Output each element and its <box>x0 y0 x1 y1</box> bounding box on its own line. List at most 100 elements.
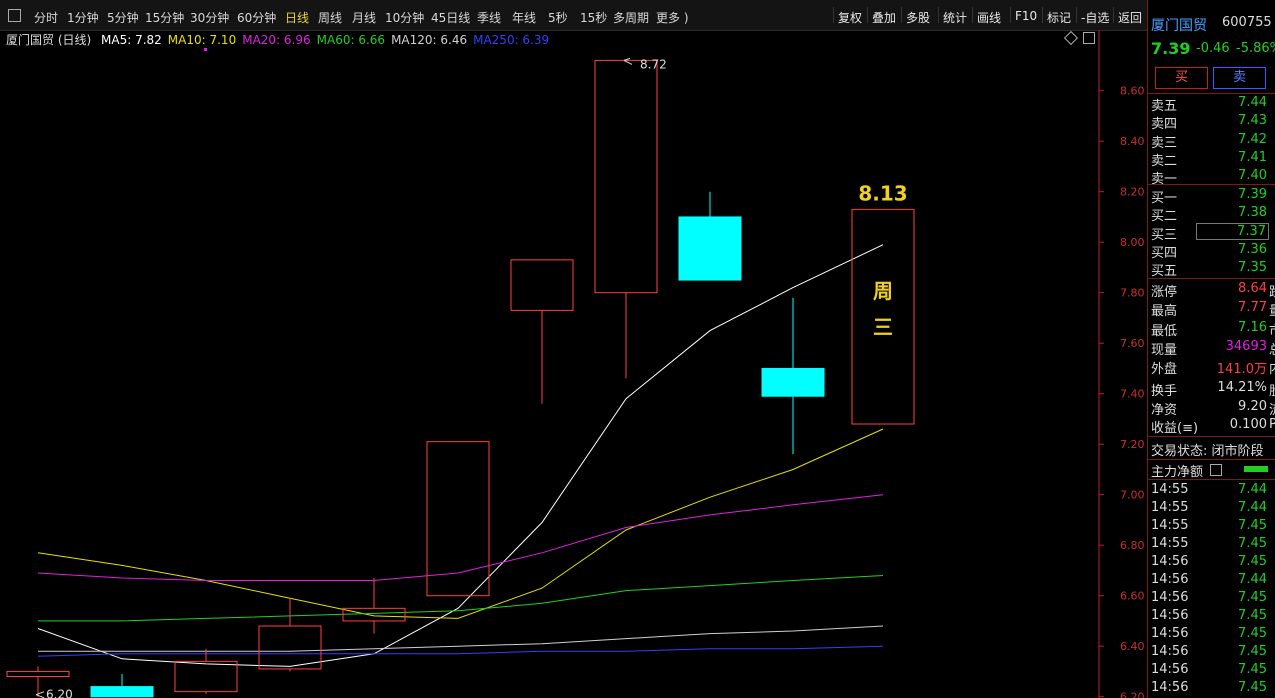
tab-period[interactable]: 季线 <box>477 9 501 26</box>
stat-extra-label: 内 <box>1269 358 1275 377</box>
row-label: 卖三 <box>1151 135 1178 151</box>
tab-period[interactable]: 1分钟 <box>67 9 99 26</box>
ask-row: 卖三 7.42 <box>1148 131 1275 151</box>
toolbar-divider <box>938 7 939 23</box>
toolbar-button[interactable]: 画线 <box>977 9 1001 26</box>
toolbar-button[interactable]: -自选 <box>1081 9 1109 26</box>
toolbar-button[interactable]: 复权 <box>838 9 862 26</box>
tick-time: 14:56 <box>1151 626 1189 641</box>
stat-label: 最低 <box>1151 323 1178 339</box>
price-tick-label: 6.60 <box>1120 590 1145 603</box>
candle-down[interactable] <box>90 686 154 698</box>
row-label: 买三 <box>1151 227 1178 243</box>
candle-down[interactable] <box>761 367 825 397</box>
price-tick-label: 7.80 <box>1120 287 1145 300</box>
tab-period[interactable]: 15秒 <box>580 9 607 26</box>
ma-legend-item: MA20: 6.96 <box>242 33 311 47</box>
candle-up[interactable] <box>342 607 406 622</box>
candle-up[interactable] <box>510 259 574 311</box>
toolbar-divider <box>833 7 834 23</box>
buy-button[interactable]: 买 <box>1155 67 1208 89</box>
toolbar-divider <box>901 7 902 23</box>
tab-period[interactable]: 10分钟 <box>385 9 424 26</box>
sidebar-toggle-icon[interactable] <box>8 9 21 22</box>
stat-extra-label: 量 <box>1269 300 1275 319</box>
tab-period[interactable]: 更多 ) <box>656 9 689 26</box>
tab-period[interactable]: 5秒 <box>548 9 568 26</box>
candle-down[interactable] <box>678 216 742 281</box>
projected-day-label: 三 <box>873 315 893 339</box>
tick-row: 14:56 7.45 <box>1148 590 1275 608</box>
stat-extra-label: 跌 <box>1269 281 1275 300</box>
tick-row: 14:56 7.45 <box>1148 680 1275 698</box>
ma-legend-item: MA10: 7.10 <box>167 33 237 47</box>
row-label: 买二 <box>1151 209 1178 225</box>
trade-status: 交易状态: 闭市阶段 <box>1151 444 1264 459</box>
stat-row: 收益(≡) 0.100P <box>1148 417 1275 436</box>
toolbar-button[interactable]: 多股 <box>906 9 930 26</box>
candle-up[interactable] <box>6 670 70 678</box>
tick-time: 14:55 <box>1151 536 1189 551</box>
ma-line-ma60 <box>38 575 884 622</box>
period-toolbar: 分时 1分钟 5分钟 15分钟 30分钟 60分钟 日线 周线 月线 10分钟 45日线 季线 年线 5秒… <box>0 0 1147 31</box>
window-restore-icon[interactable] <box>1083 32 1095 44</box>
tick-price: 7.45 <box>1238 680 1267 695</box>
tab-period[interactable]: 45日线 <box>431 9 470 26</box>
tab-period[interactable]: 15分钟 <box>145 9 184 26</box>
stock-name[interactable]: 厦门国贸 <box>1151 15 1207 35</box>
tab-period[interactable]: 日线 <box>285 9 309 26</box>
tick-price: 7.45 <box>1238 518 1267 533</box>
tab-period[interactable]: 5分钟 <box>107 9 139 26</box>
candle-up[interactable] <box>258 625 322 670</box>
toolbar-button[interactable]: 叠加 <box>872 9 896 26</box>
toolbar-button[interactable]: 返回 <box>1118 9 1142 26</box>
stat-row: 涨停 8.64跌 <box>1148 281 1275 300</box>
stat-value: 9.20 <box>1238 398 1267 414</box>
ma-line-ma120 <box>38 625 884 652</box>
price-tick-label: 8.00 <box>1120 236 1145 249</box>
row-label: 卖五 <box>1151 99 1178 114</box>
low-price-label: 6.20 <box>46 688 73 698</box>
row-price: 7.42 <box>1238 131 1267 147</box>
tick-price: 7.45 <box>1238 536 1267 551</box>
bid-row: 买四 7.36 <box>1148 241 1275 261</box>
price-tick-label: 6.20 <box>1120 691 1145 698</box>
row-price: 7.44 <box>1238 95 1267 110</box>
price-tick-label: 8.60 <box>1120 85 1145 98</box>
stock-code: 600755 <box>1222 15 1272 30</box>
tab-period[interactable]: 30分钟 <box>190 9 229 26</box>
toolbar-divider <box>972 7 973 23</box>
tab-period[interactable]: 年线 <box>512 9 536 26</box>
tick-price: 7.44 <box>1238 500 1267 515</box>
tab-period[interactable]: 分时 <box>34 9 58 26</box>
stat-label: 净资 <box>1151 402 1178 418</box>
stat-value: 7.16 <box>1238 319 1267 335</box>
stat-row: 外盘 141.0万内 <box>1148 358 1275 377</box>
tab-period[interactable]: 月线 <box>352 9 376 26</box>
tick-time: 14:56 <box>1151 590 1189 605</box>
tick-price: 7.45 <box>1238 662 1267 677</box>
toolbar-button[interactable]: 统计 <box>943 9 967 26</box>
tick-time: 14:56 <box>1151 572 1189 587</box>
ma-legend: 厦门国贸 (日线) MA5: 7.82 MA10: 7.10 MA20: 6.96 M… <box>6 31 555 47</box>
tab-period[interactable]: 60分钟 <box>237 9 276 26</box>
row-price: 7.39 <box>1238 187 1267 202</box>
row-price: 7.43 <box>1238 113 1267 129</box>
tab-period[interactable]: 周线 <box>318 9 342 26</box>
candle-up[interactable] <box>174 660 238 693</box>
ma-legend-item: MA5: 7.82 <box>101 33 162 47</box>
toolbar-button[interactable]: F10 <box>1015 9 1037 23</box>
stock-period-title: 厦门国贸 (日线) <box>6 33 92 47</box>
tab-period[interactable]: 多周期 <box>613 9 649 26</box>
sell-button[interactable]: 卖 <box>1213 67 1266 89</box>
row-label: 买一 <box>1151 191 1178 206</box>
toolbar-button[interactable]: 标记 <box>1047 9 1071 26</box>
price-tick-label: 6.80 <box>1120 539 1145 552</box>
tick-price: 7.45 <box>1238 590 1267 605</box>
row-price: 7.36 <box>1238 241 1267 257</box>
candle-up[interactable] <box>594 59 658 294</box>
kline-chart[interactable]: 8.60 8.40 8.20 8.00 7.80 7.60 7.40 7.20 7.00 6.80… <box>0 30 1147 698</box>
table-icon[interactable] <box>1210 464 1222 476</box>
tick-row: 14:55 7.45 <box>1148 536 1275 554</box>
ask-row: 卖二 7.41 <box>1148 150 1275 169</box>
